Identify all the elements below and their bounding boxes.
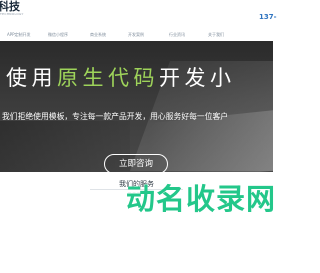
- logo-subtitle: TECHNOLOGY: [0, 12, 24, 16]
- hero-subtitle: 我们拒绝使用模板，专注每一款产品开发，用心服务好每一位客户: [2, 112, 229, 121]
- hero-title-tail: 开发小: [159, 66, 236, 90]
- consult-now-button[interactable]: 立即咨询: [104, 154, 168, 172]
- nav-item-mini-program[interactable]: 微信小程序: [48, 32, 68, 38]
- nav-item-news[interactable]: 行业资讯: [169, 32, 185, 38]
- nav-item-app-dev[interactable]: APP定制开发: [7, 32, 31, 38]
- hero-title-highlight: 原生代码: [57, 66, 159, 90]
- nav-item-cases[interactable]: 开发案例: [128, 32, 144, 38]
- phone-number[interactable]: 137-: [259, 13, 277, 21]
- hero-banner: 使用原生代码开发小 我们拒绝使用模板，专注每一款产品开发，用心服务好每一位客户 …: [0, 41, 273, 172]
- site-header: 科技 TECHNOLOGY 137-: [0, 0, 277, 22]
- nav-item-business-system[interactable]: 商业系统: [90, 32, 106, 38]
- hero-title-lead: 使用: [6, 66, 57, 90]
- main-nav: APP定制开发 微信小程序 商业系统 开发案例 行业资讯 关于我们: [0, 29, 273, 41]
- hero-title: 使用原生代码开发小: [6, 65, 236, 91]
- watermark-text: 动名收录网: [126, 182, 277, 216]
- nav-item-about[interactable]: 关于我们: [208, 32, 224, 38]
